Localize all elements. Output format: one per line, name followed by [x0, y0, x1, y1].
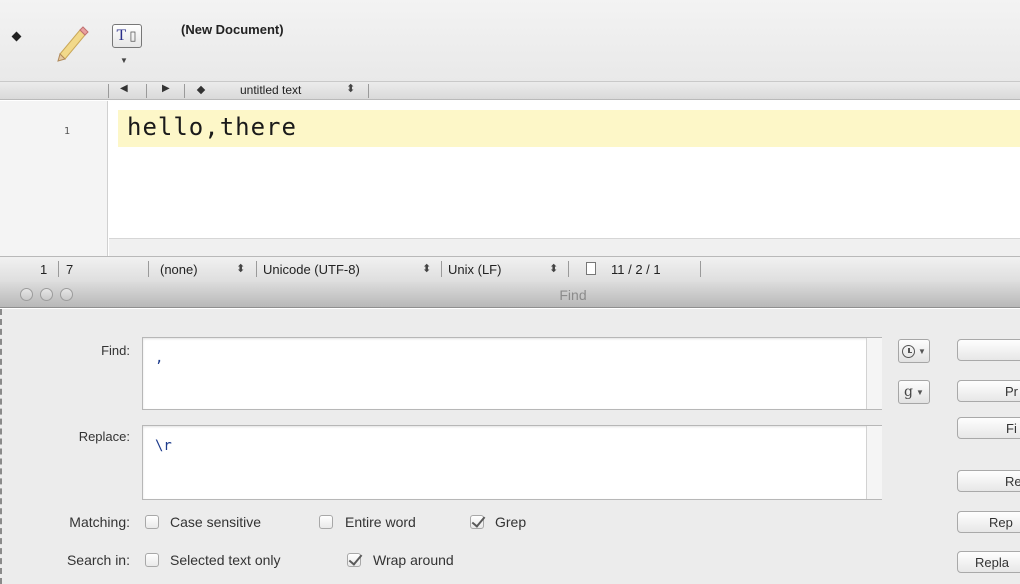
next-button[interactable]: N [957, 339, 1020, 361]
document-stats: 11 / 2 / 1 [611, 262, 661, 277]
chevron-down-icon: ▼ [918, 346, 926, 356]
grep-checkbox[interactable] [470, 515, 484, 529]
selected-text-only-label[interactable]: Selected text only [170, 552, 281, 568]
previous-button-label: Pr [1005, 384, 1018, 399]
file-popup-arrows-icon[interactable]: ⬍ [346, 82, 355, 95]
replace-all-button[interactable]: Rep [957, 511, 1020, 533]
text-cursor-glyph-icon: ▯ [129, 28, 138, 43]
case-sensitive-label[interactable]: Case sensitive [170, 514, 261, 530]
find-label: Find: [101, 343, 130, 358]
replace-and-find-button[interactable]: Repla [957, 551, 1020, 573]
column-indicator: 7 [66, 262, 74, 277]
encoding-popup[interactable]: Unicode (UTF-8) [263, 262, 360, 277]
find-panel: Find: , Replace: \r ▼ g ▼ N Pr Fi Re Rep [0, 309, 1020, 584]
file-name-popup[interactable]: untitled text [240, 83, 301, 97]
replace-label: Replace: [78, 429, 130, 444]
language-popup-arrows-icon[interactable]: ⬍ [236, 262, 245, 275]
nav-divider [184, 84, 185, 98]
previous-button[interactable]: Pr [957, 380, 1020, 402]
line-number: 1 [64, 126, 71, 137]
status-divider [256, 261, 257, 277]
grep-pattern-icon: g [904, 384, 914, 400]
find-title-bar[interactable]: Find [0, 282, 1020, 308]
status-divider [441, 261, 442, 277]
line-endings-popup[interactable]: Unix (LF) [448, 262, 501, 277]
document-title: (New Document) [181, 22, 284, 37]
line-endings-popup-arrows-icon[interactable]: ⬍ [549, 262, 558, 275]
replace-all-button-label: Rep [989, 515, 1013, 530]
text-mode-icon[interactable]: T ▯ [112, 24, 142, 48]
find-window: Find Find: , Replace: \r ▼ g ▼ N Pr Fi R [0, 282, 1020, 584]
selected-text-only-checkbox[interactable] [145, 553, 159, 567]
wrap-around-label[interactable]: Wrap around [373, 552, 454, 568]
next-document-button[interactable]: ▶ [162, 83, 170, 94]
case-sensitive-checkbox[interactable] [145, 515, 159, 529]
nav-divider [146, 84, 147, 98]
clock-icon [902, 344, 916, 358]
wrap-around-checkbox[interactable] [347, 553, 361, 567]
find-field[interactable]: , [142, 337, 882, 410]
chevron-down-icon: ▼ [916, 387, 924, 397]
entire-word-checkbox[interactable] [319, 515, 333, 529]
replace-and-find-button-label: Repla [975, 555, 1009, 570]
language-popup[interactable]: (none) [160, 262, 198, 277]
text-mode-dropdown-icon[interactable]: ▼ [120, 56, 128, 65]
find-history-button[interactable]: ▼ [898, 339, 930, 363]
replace-button-label: Re [1005, 474, 1020, 489]
status-divider [58, 261, 59, 277]
editor-content[interactable]: hello,there [127, 113, 297, 141]
encoding-popup-arrows-icon[interactable]: ⬍ [422, 262, 431, 275]
document-status-diamond-icon [11, 31, 22, 42]
grep-pattern-button[interactable]: g ▼ [898, 380, 930, 404]
status-bar: 1 7 (none) ⬍ Unicode (UTF-8) ⬍ Unix (LF)… [0, 256, 1020, 282]
find-all-button-label: Fi [1006, 421, 1017, 436]
replace-field[interactable]: \r [142, 425, 882, 500]
nav-divider [368, 84, 369, 98]
grep-label[interactable]: Grep [495, 514, 526, 530]
document-header: T ▯ ▼ (New Document) [0, 0, 1020, 82]
line-indicator: 1 [40, 262, 48, 277]
find-field-scrollbar[interactable] [866, 338, 882, 409]
document-icon[interactable] [586, 262, 596, 275]
document-status-icon [196, 85, 206, 95]
pencil-icon[interactable] [50, 22, 90, 62]
editor-window: T ▯ ▼ (New Document) ◀ ▶ untitled text ⬍… [0, 0, 1020, 282]
nav-divider [108, 84, 109, 98]
status-divider [148, 261, 149, 277]
replace-button[interactable]: Re [957, 470, 1020, 492]
find-all-button[interactable]: Fi [957, 417, 1020, 439]
replace-field-scrollbar[interactable] [866, 426, 882, 499]
text-mode-glyph: T [116, 27, 128, 44]
entire-word-label[interactable]: Entire word [345, 514, 416, 530]
search-in-label: Search in: [66, 552, 130, 568]
horizontal-scrollbar[interactable] [109, 238, 1020, 256]
find-window-title: Find [559, 287, 587, 303]
status-divider [700, 261, 701, 277]
navigation-bar: ◀ ▶ untitled text ⬍ [0, 82, 1020, 100]
status-divider [568, 261, 569, 277]
previous-document-button[interactable]: ◀ [120, 83, 128, 94]
line-number-gutter [0, 101, 108, 256]
matching-label: Matching: [69, 514, 130, 530]
